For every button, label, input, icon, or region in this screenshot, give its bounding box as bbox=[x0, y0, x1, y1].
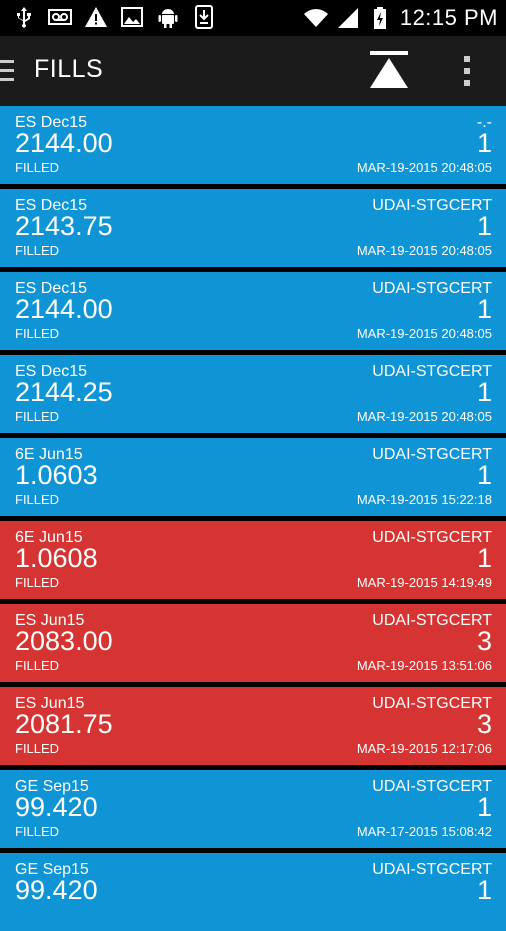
fill-quantity: 1 bbox=[476, 128, 492, 158]
usb-icon bbox=[12, 5, 36, 29]
fill-account: UDAI-STGCERT bbox=[372, 363, 492, 380]
scroll-to-top-icon bbox=[366, 51, 412, 98]
fill-status: FILLED bbox=[15, 160, 60, 175]
fill-card[interactable]: ES Dec15 2144.25 FILLED UDAI-STGCERT 1 MAR-19… bbox=[0, 355, 506, 433]
fill-account: UDAI-STGCERT bbox=[372, 778, 492, 795]
fill-price: 2143.75 bbox=[15, 211, 113, 241]
fill-account: UDAI-STGCERT bbox=[372, 280, 492, 297]
fill-price: 99.420 bbox=[15, 792, 98, 822]
fill-card[interactable]: ES Dec15 2144.00 FILLED UDAI-STGCERT 1 MAR-19… bbox=[0, 272, 506, 350]
fill-timestamp: MAR-19-2015 20:48:05 bbox=[356, 326, 492, 341]
status-bar: 12:15 PM bbox=[0, 0, 506, 36]
fill-status: FILLED bbox=[15, 326, 60, 341]
fill-account: UDAI-STGCERT bbox=[372, 695, 492, 712]
fill-timestamp: MAR-19-2015 20:48:05 bbox=[356, 409, 492, 424]
fill-price: 1.0608 bbox=[15, 543, 98, 573]
fill-card[interactable]: ES Jun15 2083.00 FILLED UDAI-STGCERT 3 MAR-19… bbox=[0, 604, 506, 682]
fill-timestamp: MAR-19-2015 12:17:06 bbox=[356, 741, 492, 756]
fill-account: UDAI-STGCERT bbox=[372, 446, 492, 463]
fill-quantity: 1 bbox=[476, 211, 492, 241]
more-options-button[interactable] bbox=[456, 52, 480, 90]
fill-card[interactable]: GE Sep15 99.420 UDAI-STGCERT 1 bbox=[0, 853, 506, 931]
fill-status: FILLED bbox=[15, 243, 60, 258]
menu-icon bbox=[0, 60, 16, 88]
notification-icons bbox=[12, 5, 216, 29]
warning-icon bbox=[84, 5, 108, 29]
download-icon bbox=[192, 5, 216, 29]
menu-button[interactable] bbox=[0, 58, 16, 84]
fill-card[interactable]: ES Dec15 2143.75 FILLED UDAI-STGCERT 1 MAR-19… bbox=[0, 189, 506, 267]
fill-timestamp: MAR-19-2015 15:22:18 bbox=[356, 492, 492, 507]
page-title: FILLS bbox=[34, 55, 104, 83]
more-vert-icon bbox=[456, 56, 480, 94]
fill-status: FILLED bbox=[15, 492, 60, 507]
signal-icon bbox=[336, 6, 360, 30]
fill-card[interactable]: GE Sep15 99.420 FILLED UDAI-STGCERT 1 MAR-17-… bbox=[0, 770, 506, 848]
fill-price: 2144.00 bbox=[15, 294, 113, 324]
fill-quantity: 3 bbox=[476, 709, 492, 739]
fill-price: 2144.25 bbox=[15, 377, 113, 407]
fill-card[interactable]: ES Jun15 2081.75 FILLED UDAI-STGCERT 3 MAR-19… bbox=[0, 687, 506, 765]
app-bar: FILLS bbox=[0, 36, 506, 106]
android-icon bbox=[156, 5, 180, 29]
fill-status: FILLED bbox=[15, 409, 60, 424]
system-icons: 12:15 PM bbox=[303, 4, 498, 32]
wifi-icon bbox=[303, 6, 328, 30]
fill-quantity: 3 bbox=[476, 626, 492, 656]
clock: 12:15 PM bbox=[399, 5, 498, 30]
fill-card[interactable]: ES Dec15 2144.00 FILLED -.- 1 MAR-19-2015 20:… bbox=[0, 106, 506, 184]
fill-quantity: 1 bbox=[476, 543, 492, 573]
fill-status: FILLED bbox=[15, 658, 60, 673]
image-icon bbox=[120, 5, 144, 29]
fill-quantity: 1 bbox=[476, 875, 492, 905]
fill-timestamp: MAR-17-2015 15:08:42 bbox=[356, 824, 492, 839]
fill-card[interactable]: 6E Jun15 1.0603 FILLED UDAI-STGCERT 1 MAR-19-… bbox=[0, 438, 506, 516]
fill-account: UDAI-STGCERT bbox=[372, 861, 492, 878]
fill-card[interactable]: 6E Jun15 1.0608 FILLED UDAI-STGCERT 1 MAR-19-… bbox=[0, 521, 506, 599]
voicemail-icon bbox=[48, 5, 72, 29]
fill-price: 2083.00 bbox=[15, 626, 113, 656]
fill-price: 1.0603 bbox=[15, 460, 98, 490]
fill-status: FILLED bbox=[15, 575, 60, 590]
fill-price: 99.420 bbox=[15, 875, 98, 905]
scroll-to-top-button[interactable] bbox=[366, 48, 412, 94]
fill-quantity: 1 bbox=[476, 792, 492, 822]
fill-quantity: 1 bbox=[476, 294, 492, 324]
fill-status: FILLED bbox=[15, 741, 60, 756]
fill-account: UDAI-STGCERT bbox=[372, 529, 492, 546]
fill-account: UDAI-STGCERT bbox=[372, 197, 492, 214]
fill-quantity: 1 bbox=[476, 460, 492, 490]
fill-timestamp: MAR-19-2015 20:48:05 bbox=[356, 160, 492, 175]
fill-timestamp: MAR-19-2015 20:48:05 bbox=[356, 243, 492, 258]
fill-price: 2081.75 bbox=[15, 709, 113, 739]
fill-status: FILLED bbox=[15, 824, 60, 839]
fill-price: 2144.00 bbox=[15, 128, 113, 158]
fill-timestamp: MAR-19-2015 14:19:49 bbox=[356, 575, 492, 590]
fill-timestamp: MAR-19-2015 13:51:06 bbox=[356, 658, 492, 673]
fill-account: UDAI-STGCERT bbox=[372, 612, 492, 629]
battery-charging-icon bbox=[368, 6, 392, 30]
fill-quantity: 1 bbox=[476, 377, 492, 407]
